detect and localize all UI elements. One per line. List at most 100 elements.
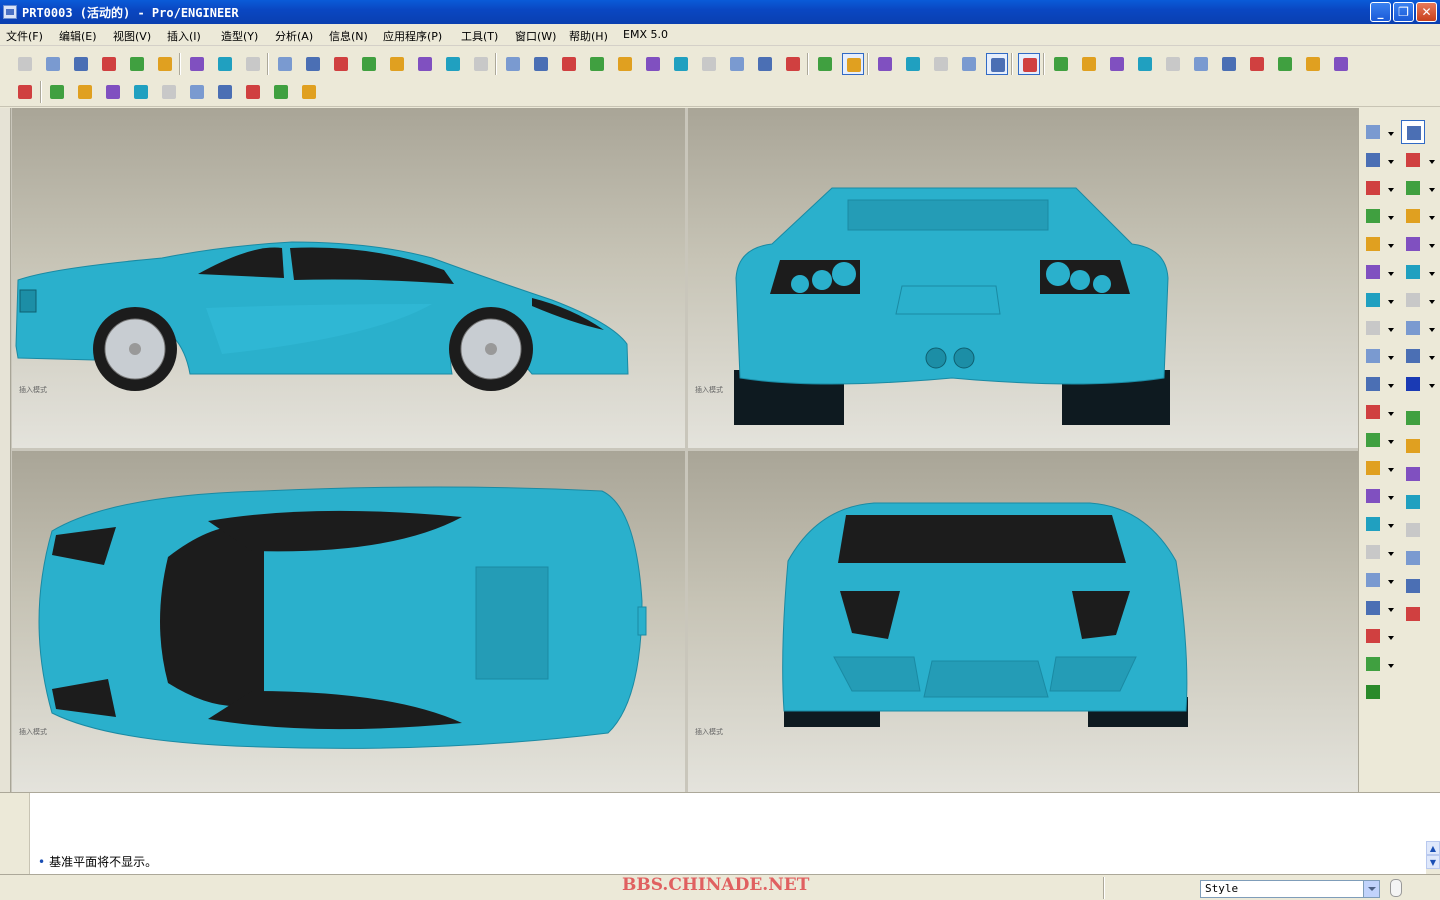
curve-button[interactable] [130,81,152,103]
diagnose-button[interactable] [298,81,320,103]
viewport-side[interactable]: 插入模式 [12,108,685,448]
hole-button[interactable] [1361,176,1385,200]
chevron-down-icon[interactable] [1388,216,1394,220]
menu-info[interactable]: 信息(N) [329,28,368,44]
datum-point-button[interactable] [1401,518,1425,542]
wireframe-button[interactable] [754,53,776,75]
layers-button[interactable] [698,53,720,75]
wrap-button[interactable] [1361,624,1385,648]
style-button[interactable] [1361,652,1385,676]
annotation-button[interactable] [986,53,1008,75]
chevron-down-icon[interactable] [1388,524,1394,528]
model-tree-collapsed-rail[interactable] [0,108,11,792]
fill-button[interactable] [1401,260,1425,284]
chamfer-button[interactable] [1361,288,1385,312]
vst-button[interactable] [1401,344,1425,368]
chevron-down-icon[interactable] [1429,300,1435,304]
send-button[interactable] [126,53,148,75]
chevron-down-icon[interactable] [1429,244,1435,248]
datum-planes-button[interactable] [874,53,896,75]
datum-axes-button[interactable] [902,53,924,75]
chevron-down-icon[interactable] [1388,608,1394,612]
done-check-button[interactable] [1401,372,1425,396]
draft-check-button[interactable] [242,81,264,103]
chevron-down-icon[interactable] [1388,272,1394,276]
coordinate-systems-button[interactable] [958,53,980,75]
datum-points-button[interactable] [930,53,952,75]
sweep-button[interactable] [1401,316,1425,340]
menu-tools[interactable]: 工具(T) [461,28,498,44]
menu-analysis[interactable]: 分析(A) [275,28,313,44]
spin-center-button[interactable] [502,53,524,75]
refit-button[interactable] [614,53,636,75]
scroll-up-button[interactable]: ▲ [1426,841,1440,855]
chevron-down-icon[interactable] [1388,356,1394,360]
repaint-button[interactable] [470,53,492,75]
chevron-down-icon[interactable] [1429,216,1435,220]
datum-plane-button[interactable] [1401,434,1425,458]
message-scrollbar[interactable]: ▲ ▼ [1426,841,1440,875]
paste-special-button[interactable] [358,53,380,75]
extend-button[interactable] [1361,456,1385,480]
viewport-top[interactable]: 插入模式 [12,451,685,792]
chevron-down-icon[interactable] [1429,384,1435,388]
menu-view[interactable]: 视图(V) [113,28,151,44]
no-hidden-button[interactable] [814,53,836,75]
chevron-down-icon[interactable] [1429,356,1435,360]
deviation-button[interactable] [186,81,208,103]
graph-button[interactable] [270,81,292,103]
four-view-button[interactable] [1018,53,1040,75]
zoom-in-button[interactable] [558,53,580,75]
datum-curve-button[interactable] [1401,490,1425,514]
viewport-rear[interactable]: 插入模式 [688,108,1358,448]
mail-button[interactable] [154,53,176,75]
round-button[interactable] [1361,260,1385,284]
find-button[interactable] [414,53,436,75]
merge-button[interactable] [1361,400,1385,424]
chevron-down-icon[interactable] [1388,440,1394,444]
reorient-button[interactable] [642,53,664,75]
chevron-down-icon[interactable] [1388,412,1394,416]
menu-style[interactable]: 造型(Y) [221,28,258,44]
datum-axis-button[interactable] [1401,462,1425,486]
dihedral-button[interactable] [1246,53,1268,75]
chevron-down-icon[interactable] [1429,160,1435,164]
datum-point-sketched-button[interactable] [1401,546,1425,570]
shade-analysis-button[interactable] [1162,53,1184,75]
menu-help[interactable]: 帮助(H) [569,28,608,44]
trim-button[interactable] [1361,428,1385,452]
chevron-down-icon[interactable] [1388,300,1394,304]
chain-button[interactable] [1401,602,1425,626]
menu-edit[interactable]: 编辑(E) [59,28,97,44]
copy-button[interactable] [302,53,324,75]
color-map-button[interactable] [214,81,236,103]
selection-filter-select[interactable]: Style [1200,880,1380,898]
zoom-out-button[interactable] [586,53,608,75]
hidden-line-button[interactable] [782,53,804,75]
shading-button[interactable] [842,53,864,75]
redo-button[interactable] [214,53,236,75]
select-arrow-button[interactable] [1401,120,1425,144]
open-button[interactable] [42,53,64,75]
chevron-down-icon[interactable] [1388,328,1394,332]
selection-box-button[interactable] [442,53,464,75]
paste-button[interactable] [330,53,352,75]
rib-button[interactable] [1361,232,1385,256]
chevron-down-icon[interactable] [1388,132,1394,136]
curvature-button[interactable] [1050,53,1072,75]
chevron-down-icon[interactable] [1388,580,1394,584]
reflection-button[interactable] [1134,53,1156,75]
chevron-down-icon[interactable] [1429,272,1435,276]
draft-button[interactable] [1190,53,1212,75]
emx-button[interactable] [1361,680,1385,704]
chevron-down-icon[interactable] [1388,160,1394,164]
save-button[interactable] [70,53,92,75]
intersect-button[interactable] [1361,596,1385,620]
curve-analysis-button[interactable] [1274,53,1296,75]
chevron-down-icon[interactable] [1388,468,1394,472]
chevron-down-icon[interactable] [1388,636,1394,640]
maximize-button[interactable]: ❐ [1393,2,1414,22]
boundary-button[interactable] [1401,232,1425,256]
minimize-button[interactable]: _ [1370,2,1391,22]
plane-button[interactable] [1401,148,1425,172]
